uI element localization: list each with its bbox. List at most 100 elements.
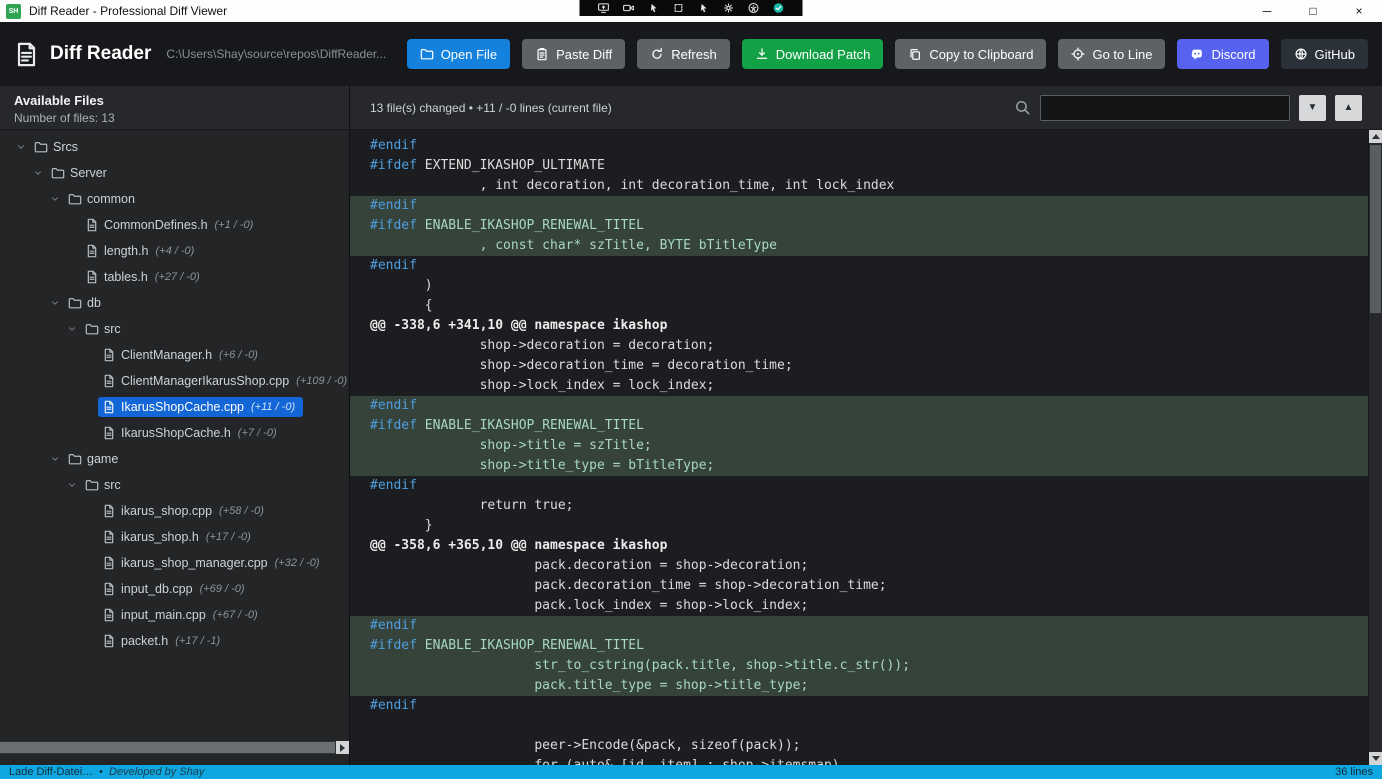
tree-item-input-db-cpp[interactable]: input_db.cpp(+69 / -0): [0, 576, 349, 602]
search-prev-button[interactable]: ▲: [1335, 95, 1362, 121]
vscrollbar-thumb[interactable]: [1370, 145, 1381, 313]
sidebar-title: Available Files: [14, 93, 335, 108]
button-label: Open File: [441, 47, 497, 62]
horizontal-scrollbar[interactable]: [0, 741, 349, 754]
tree-item-label: ikarus_shop_manager.cpp: [121, 556, 268, 570]
code-line: #endif: [350, 196, 1368, 216]
tree-item-ikarus-shop-manager-cpp[interactable]: ikarus_shop_manager.cpp(+32 / -0): [0, 550, 349, 576]
code-line: , int decoration, int decoration_time, i…: [350, 176, 1368, 196]
code-line: ): [350, 276, 1368, 296]
tree-item-label: IkarusShopCache.h: [121, 426, 231, 440]
paste-diff-button[interactable]: Paste Diff: [522, 39, 625, 69]
search-input[interactable]: [1040, 95, 1290, 121]
sidebar-subtitle: Number of files: 13: [14, 111, 335, 125]
close-button[interactable]: ×: [1336, 0, 1382, 22]
folder-row-content: Server: [47, 163, 115, 183]
change-count: (+1 / -0): [215, 219, 254, 231]
up-arrow-icon: [1372, 134, 1380, 139]
folder-row-content: Srcs: [30, 137, 86, 157]
file-icon: [102, 634, 116, 648]
gears-icon[interactable]: [723, 2, 735, 14]
file-row-content: IkarusShopCache.h(+7 / -0): [98, 423, 285, 443]
main-body: Available Files Number of files: 13 Srcs…: [0, 86, 1382, 765]
file-icon: [102, 582, 116, 596]
folder-row-content: src: [81, 475, 129, 495]
file-icon: [102, 530, 116, 544]
screen-share-icon[interactable]: [598, 2, 610, 14]
scroll-up-button[interactable]: [1369, 130, 1382, 143]
file-row-content: length.h(+4 / -0): [81, 241, 202, 261]
tree-item-tables-h[interactable]: tables.h(+27 / -0): [0, 264, 349, 290]
folder-icon: [85, 478, 99, 492]
check-circle-icon[interactable]: [773, 2, 785, 14]
stop-frame-icon[interactable]: [673, 2, 685, 14]
github-button[interactable]: GitHub: [1281, 39, 1368, 69]
code-line: }: [350, 516, 1368, 536]
cursor-icon[interactable]: [648, 2, 660, 14]
file-icon: [85, 218, 99, 232]
tree-item-common[interactable]: common: [0, 186, 349, 212]
tree-item-server[interactable]: Server: [0, 160, 349, 186]
tree-item-game[interactable]: game: [0, 446, 349, 472]
status-credit-text: Developed by Shay: [109, 766, 204, 778]
folder-row-content: db: [64, 293, 109, 313]
tree-item-clientmanager-h[interactable]: ClientManager.h(+6 / -0): [0, 342, 349, 368]
code-line: pack.decoration = shop->decoration;: [350, 556, 1368, 576]
tree-item-label: src: [104, 478, 121, 492]
folder-icon: [34, 140, 48, 154]
tree-item-ikarus-shop-h[interactable]: ikarus_shop.h(+17 / -0): [0, 524, 349, 550]
tree-item-clientmanagerikarusshop-cpp[interactable]: ClientManagerIkarusShop.cpp(+109 / -0): [0, 368, 349, 394]
tree-item-ikarusshopcache-h[interactable]: IkarusShopCache.h(+7 / -0): [0, 420, 349, 446]
titlebar: SH Diff Reader - Professional Diff Viewe…: [0, 0, 1382, 22]
doc-logo-icon: [14, 40, 39, 69]
button-label: Discord: [1211, 47, 1255, 62]
search-next-button[interactable]: ▼: [1299, 95, 1326, 121]
button-label: Download Patch: [776, 47, 871, 62]
accessibility-icon[interactable]: [748, 2, 760, 14]
window-controls: ─ □ ×: [1244, 0, 1382, 22]
tree-item-src[interactable]: src: [0, 316, 349, 342]
download-patch-button[interactable]: Download Patch: [742, 39, 884, 69]
file-row-content: input_main.cpp(+67 / -0): [98, 605, 266, 625]
tree-item-ikarus-shop-cpp[interactable]: ikarus_shop.cpp(+58 / -0): [0, 498, 349, 524]
diff-view: #endif#ifdef EXTEND_IKASHOP_ULTIMATE , i…: [350, 130, 1382, 765]
maximize-button[interactable]: □: [1290, 0, 1336, 22]
tree-item-label: packet.h: [121, 634, 168, 648]
tree-item-src[interactable]: src: [0, 472, 349, 498]
file-sidebar: Available Files Number of files: 13 Srcs…: [0, 86, 350, 765]
copy-to-clipboard-button[interactable]: Copy to Clipboard: [895, 39, 1046, 69]
scroll-down-button[interactable]: [1369, 752, 1382, 765]
discord-button[interactable]: Discord: [1177, 39, 1268, 69]
tree-item-label: ClientManagerIkarusShop.cpp: [121, 374, 289, 388]
paste-icon: [535, 47, 549, 61]
open-file-button[interactable]: Open File: [407, 39, 510, 69]
vertical-scrollbar[interactable]: [1368, 130, 1382, 765]
video-camera-icon[interactable]: [623, 2, 635, 14]
blank-line: [350, 716, 1368, 736]
tree-item-srcs[interactable]: Srcs: [0, 134, 349, 160]
chevron-down-icon: [66, 480, 77, 490]
file-icon: [102, 400, 116, 414]
tree-item-length-h[interactable]: length.h(+4 / -0): [0, 238, 349, 264]
file-row-content: tables.h(+27 / -0): [81, 267, 208, 287]
file-icon: [102, 348, 116, 362]
tree-item-label: common: [87, 192, 135, 206]
refresh-button[interactable]: Refresh: [637, 39, 730, 69]
pointer-icon[interactable]: [698, 2, 710, 14]
tree-item-db[interactable]: db: [0, 290, 349, 316]
scroll-right-button[interactable]: [336, 741, 349, 754]
tree-item-input-main-cpp[interactable]: input_main.cpp(+67 / -0): [0, 602, 349, 628]
folder-icon: [51, 166, 65, 180]
go-to-line-button[interactable]: Go to Line: [1058, 39, 1165, 69]
minimize-button[interactable]: ─: [1244, 0, 1290, 22]
tree-item-commondefines-h[interactable]: CommonDefines.h(+1 / -0): [0, 212, 349, 238]
tree-item-packet-h[interactable]: packet.h(+17 / -1): [0, 628, 349, 654]
file-row-content: input_db.cpp(+69 / -0): [98, 579, 253, 599]
hscrollbar-thumb[interactable]: [0, 742, 335, 753]
code-line: shop->decoration = decoration;: [350, 336, 1368, 356]
change-count: (+69 / -0): [200, 583, 245, 595]
tree-item-label: input_main.cpp: [121, 608, 206, 622]
tree-item-ikarusshopcache-cpp[interactable]: IkarusShopCache.cpp(+11 / -0): [0, 394, 349, 420]
search-icon: [1014, 99, 1031, 116]
button-label: Copy to Clipboard: [929, 47, 1033, 62]
